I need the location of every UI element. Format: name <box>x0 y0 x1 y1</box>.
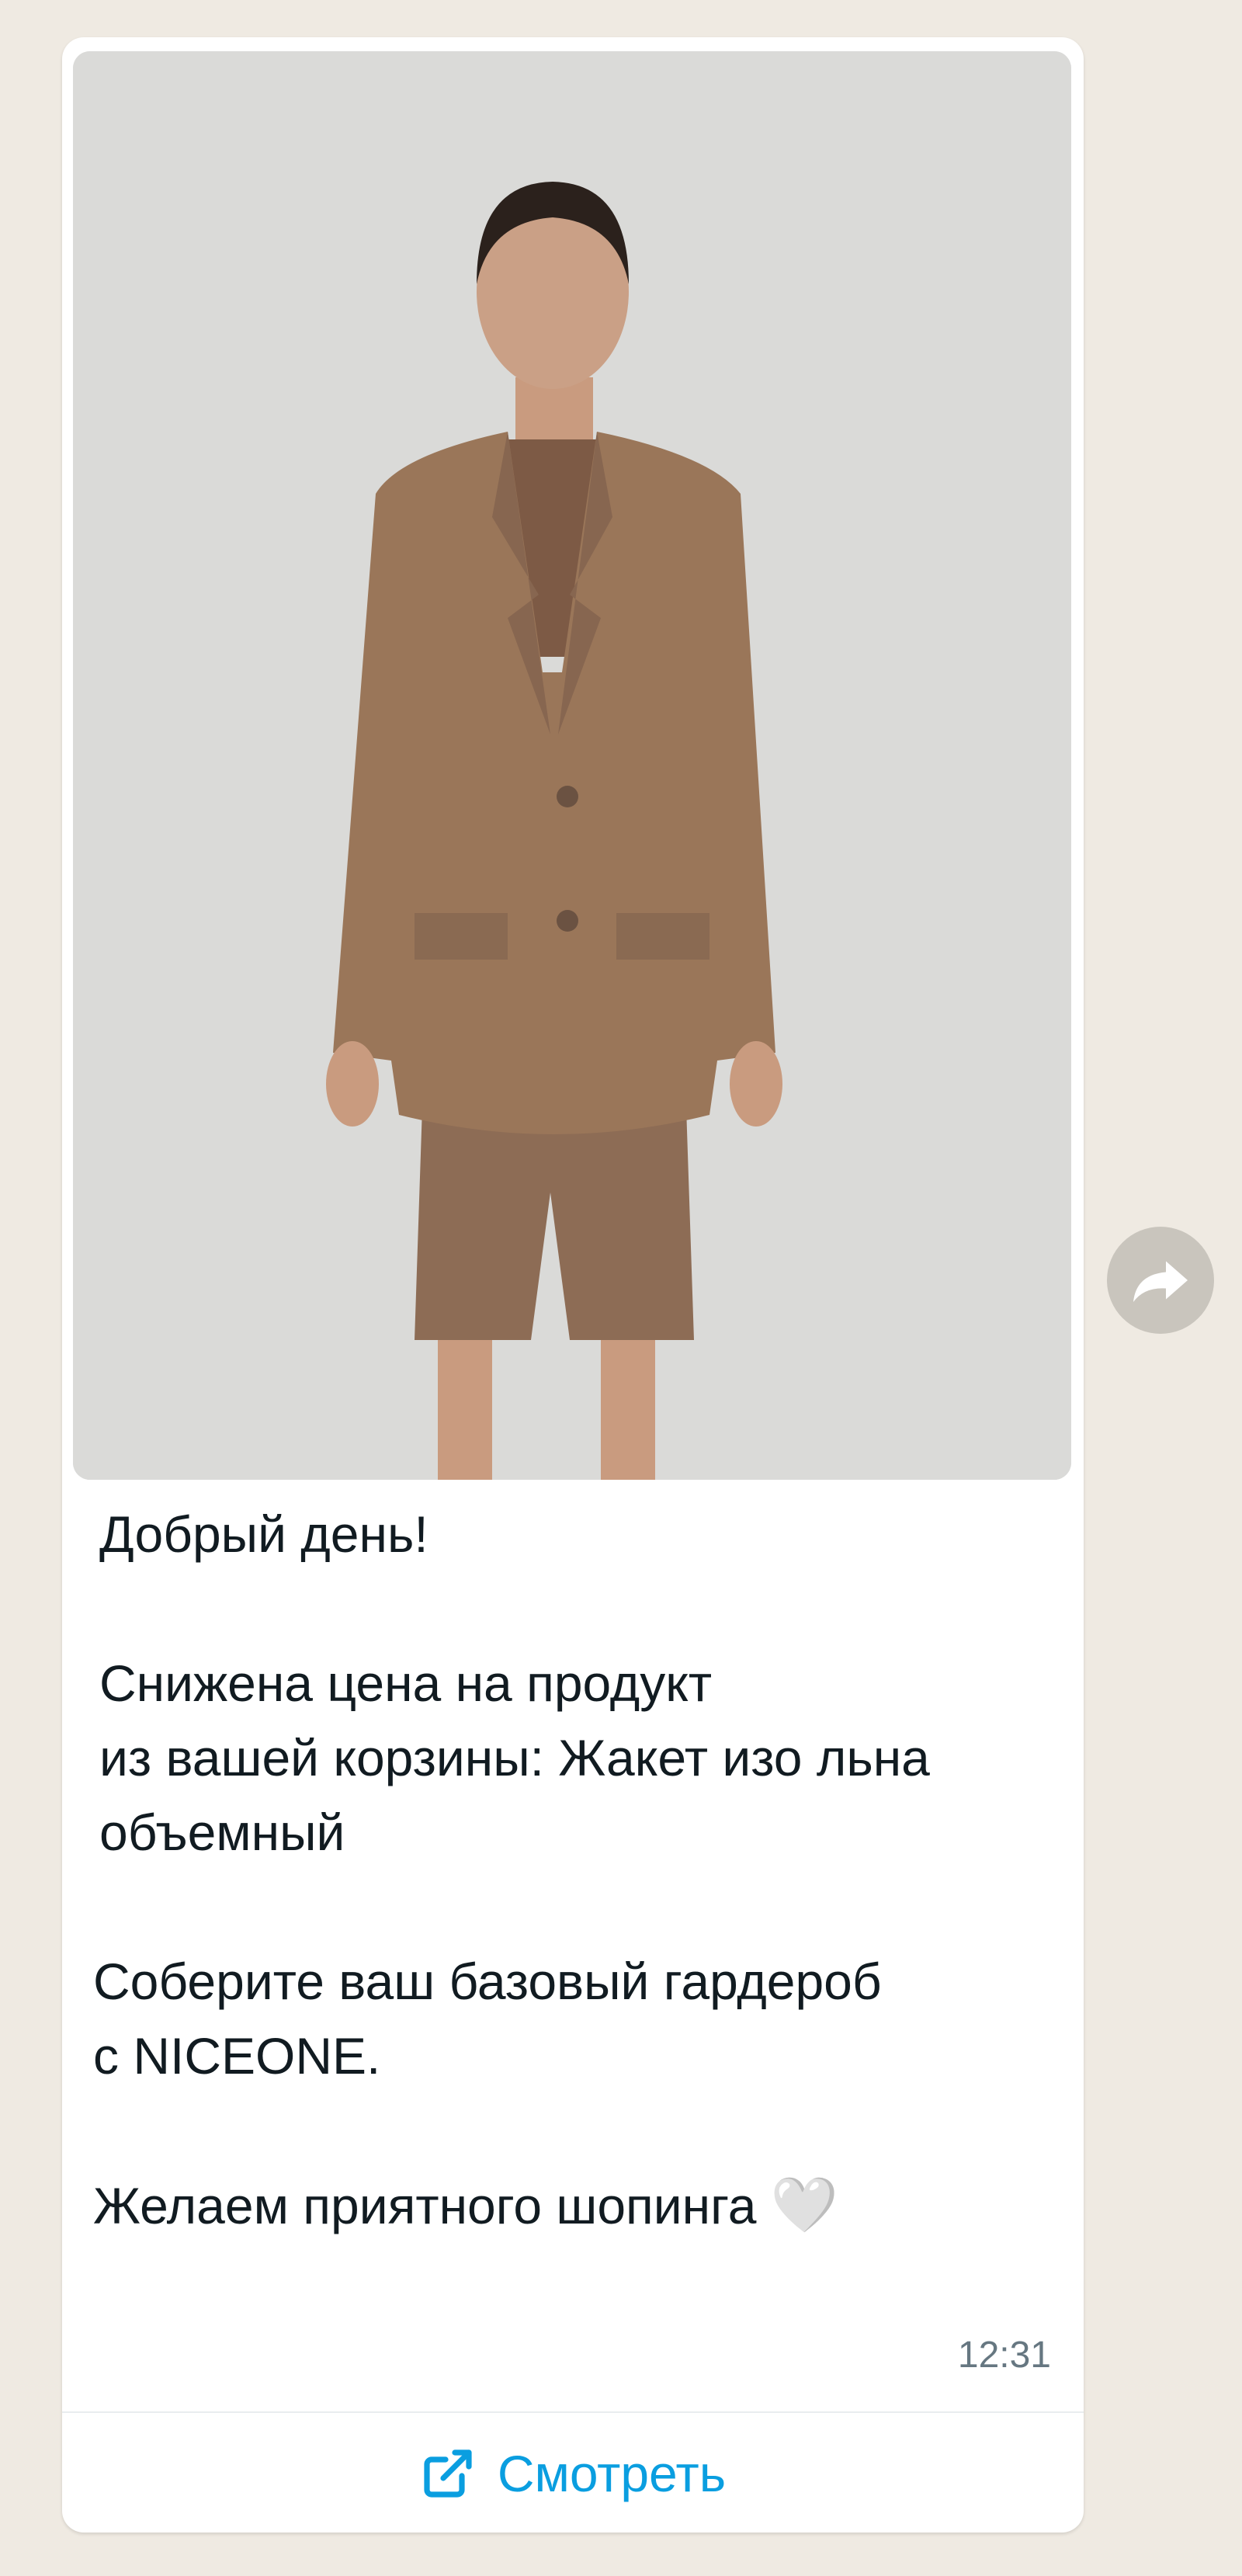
product-image[interactable] <box>73 51 1071 1480</box>
product-photo-illustration <box>73 51 1071 1480</box>
message-bubble: Добрый день! Снижена цена на продукт из … <box>62 37 1084 2533</box>
button-divider <box>62 2411 1084 2413</box>
view-button-label: Смотреть <box>497 2445 727 2502</box>
closing-line: Желаем приятного шопинга 🤍 <box>93 2168 1046 2243</box>
closing-text: Желаем приятного шопинга <box>93 2177 757 2234</box>
forward-icon <box>1133 1261 1188 1302</box>
message-timestamp: 12:31 <box>957 2335 1051 2376</box>
price-notice-text: Снижена цена на продукт из вашей корзины… <box>99 1654 930 1861</box>
forward-button[interactable] <box>1107 1227 1214 1334</box>
message-text: Добрый день! Снижена цена на продукт из … <box>93 1497 1046 2243</box>
brand-line-text: Соберите ваш базовый гардероб с NICEONE. <box>93 1953 882 2085</box>
greeting-text: Добрый день! <box>99 1505 428 1563</box>
white-heart-emoji: 🤍 <box>770 2175 838 2235</box>
view-button[interactable]: Смотреть <box>62 2415 1084 2533</box>
external-link-icon <box>420 2446 476 2501</box>
